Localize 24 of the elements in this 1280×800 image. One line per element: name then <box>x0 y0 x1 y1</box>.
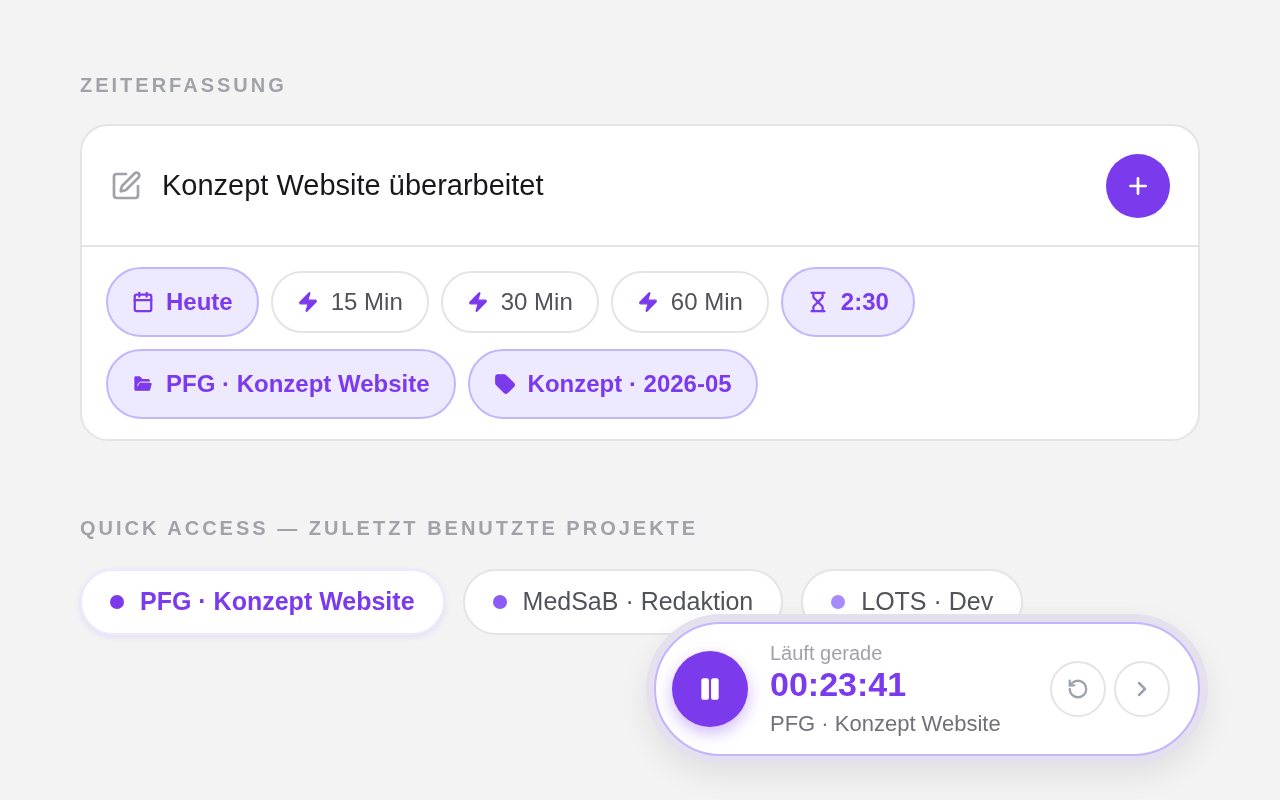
tag-icon <box>493 373 516 395</box>
section-heading: ZEITERFASSUNG <box>80 73 288 96</box>
edit-icon <box>110 169 142 202</box>
chip[interactable]: Heute <box>106 267 259 337</box>
chip[interactable]: 2:30 <box>780 267 915 337</box>
chip[interactable]: PFG · Konzept Website <box>106 349 456 419</box>
chip[interactable]: Konzept · 2026-05 <box>467 349 758 419</box>
chip[interactable]: 15 Min <box>270 271 429 333</box>
project-chip[interactable]: PFG · Konzept Website <box>80 569 445 635</box>
folder-icon <box>132 373 154 395</box>
lightning-icon <box>296 291 319 313</box>
lightning-icon <box>636 291 659 313</box>
project-chip[interactable]: MedSaB · Redaktion <box>462 569 784 635</box>
chip[interactable]: 60 Min <box>610 271 769 333</box>
elapsed-time: 00:23:41 <box>770 665 908 703</box>
pause-button[interactable] <box>672 651 748 727</box>
description-field[interactable]: Konzept Website überarbeitet <box>162 163 1106 208</box>
section-heading: QUICK ACCESS — ZULETZT BENUTZTE PROJEKTE <box>80 516 700 539</box>
timer-project: PFG · Konzept Website <box>770 711 1002 737</box>
timer-status: Läuft gerade <box>770 641 884 665</box>
calendar-icon <box>132 291 154 313</box>
lightning-icon <box>466 291 489 313</box>
reset-icon <box>1067 678 1089 700</box>
chip[interactable]: 30 Min <box>440 271 599 333</box>
